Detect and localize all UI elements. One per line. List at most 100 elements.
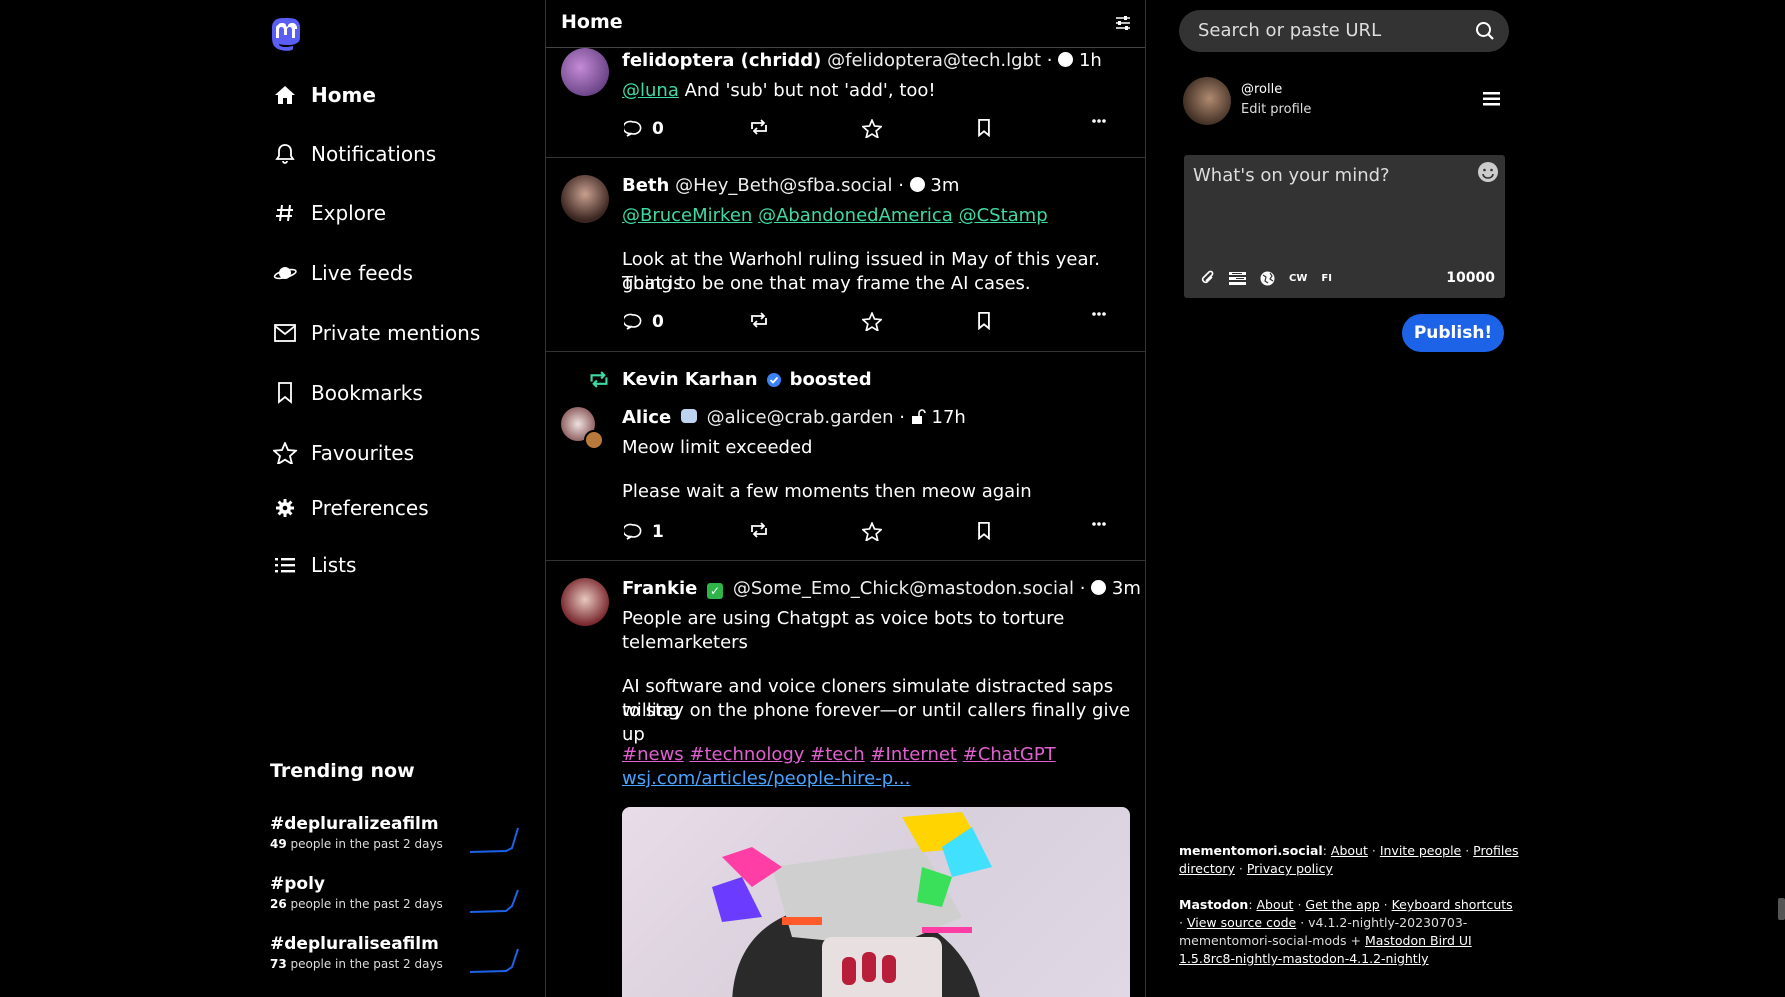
trending-item[interactable]: #depluralizeafilm 49 people in the past … (270, 814, 520, 864)
nav-lists[interactable]: Lists (273, 545, 356, 585)
avatar[interactable] (561, 578, 609, 626)
emoji-icon[interactable] (1477, 161, 1499, 183)
footer-link[interactable]: Invite people (1380, 843, 1461, 858)
post-time[interactable]: 3m (1112, 578, 1141, 599)
nav-preferences[interactable]: Preferences (273, 488, 429, 528)
display-name[interactable]: Beth (622, 175, 669, 196)
trending-item[interactable]: #depluraliseafilm 73 people in the past … (270, 934, 520, 984)
compose-box[interactable]: What's on your mind? CW FI 10000 (1184, 155, 1505, 298)
attachment-icon[interactable] (1201, 270, 1215, 286)
display-name[interactable]: Frankie (622, 578, 697, 599)
content-warning-toggle[interactable]: CW (1289, 273, 1307, 284)
hamburger-menu-icon[interactable] (1483, 92, 1500, 106)
star-icon (273, 441, 297, 465)
display-name[interactable]: Alice (622, 407, 671, 428)
handle[interactable]: @Some_Emo_Chick@mastodon.social (733, 578, 1074, 599)
more-button[interactable] (1092, 522, 1106, 526)
boosted-label: boosted (789, 369, 872, 390)
reply-button[interactable]: 1 (624, 522, 664, 542)
hashtag-link[interactable]: #ChatGPT (963, 744, 1056, 765)
reply-count: 1 (652, 522, 664, 542)
trending-title: Trending now (270, 760, 415, 782)
external-link[interactable]: wsj.com/articles/people-hire-p... (622, 768, 910, 789)
bookmark-button[interactable] (977, 119, 991, 137)
mention-link[interactable]: @luna (622, 80, 679, 101)
post-header: felidoptera (chridd) @felidoptera@tech.l… (622, 50, 1102, 71)
nav-home[interactable]: Home (273, 75, 376, 115)
post-content: @luna And 'sub' but not 'add', too! (622, 79, 1132, 103)
footer-link[interactable]: Get the app (1305, 897, 1379, 912)
post-time[interactable]: 17h (932, 407, 966, 428)
mention-link[interactable]: @CStamp (959, 205, 1048, 226)
footer-link[interactable]: Keyboard shortcuts (1392, 897, 1513, 912)
footer-link[interactable]: About (1331, 843, 1368, 858)
nav-favourites[interactable]: Favourites (273, 433, 414, 473)
hashtag-link[interactable]: #technology (689, 744, 804, 765)
handle[interactable]: @Hey_Beth@sfba.social (675, 175, 892, 196)
nav-explore[interactable]: Explore (273, 193, 386, 233)
more-button[interactable] (1092, 119, 1106, 123)
handle[interactable]: @felidoptera@tech.lgbt (827, 50, 1041, 71)
reply-button[interactable]: 0 (624, 312, 664, 332)
footer-link[interactable]: View source code (1187, 915, 1296, 930)
post-media-image[interactable] (622, 807, 1130, 997)
mention-link[interactable]: @AbandonedAmerica (758, 205, 953, 226)
hashtag-link[interactable]: #tech (810, 744, 865, 765)
post-header: Frankie ✓ @Some_Emo_Chick@mastodon.socia… (622, 578, 1141, 599)
hashtag-link[interactable]: #Internet (870, 744, 957, 765)
nav-bookmarks[interactable]: Bookmarks (273, 373, 423, 413)
post-time[interactable]: 3m (930, 175, 959, 196)
favourite-button[interactable] (862, 119, 882, 138)
publish-button[interactable]: Publish! (1402, 314, 1504, 352)
scrollbar-thumb[interactable] (1778, 898, 1785, 920)
mention-link[interactable]: @BruceMirken (622, 205, 752, 226)
post-text: And 'sub' but not 'add', too! (684, 80, 936, 101)
favourite-button[interactable] (862, 522, 882, 541)
status-post[interactable]: Frankie ✓ @Some_Emo_Chick@mastodon.socia… (546, 561, 1145, 997)
filter-settings-icon[interactable] (1115, 16, 1131, 30)
mastodon-logo-icon[interactable] (270, 18, 302, 52)
boost-button[interactable] (749, 119, 769, 135)
bookmark-button[interactable] (977, 312, 991, 330)
boost-button[interactable] (749, 312, 769, 328)
nav-private-mentions[interactable]: Private mentions (273, 313, 480, 353)
language-selector[interactable]: FI (1321, 273, 1332, 284)
post-time[interactable]: 1h (1079, 50, 1102, 71)
post-text: People are using Chatgpt as voice bots t… (622, 608, 1065, 629)
user-avatar[interactable] (1183, 77, 1231, 125)
checkmark-emoji-icon: ✓ (707, 583, 724, 599)
reply-button[interactable]: 0 (624, 119, 664, 139)
avatar[interactable] (561, 48, 609, 96)
post-text: Please wait a few moments then meow agai… (622, 481, 1032, 502)
more-button[interactable] (1092, 312, 1106, 316)
server-name: mementomori.social (1179, 843, 1323, 858)
mail-icon (273, 321, 297, 345)
user-handle[interactable]: @rolle (1241, 82, 1282, 97)
booster-name[interactable]: Kevin Karhan (622, 369, 758, 390)
edit-profile-link[interactable]: Edit profile (1241, 102, 1311, 117)
cat-emoji-icon (680, 409, 697, 423)
favourite-button[interactable] (862, 312, 882, 331)
nav-notifications[interactable]: Notifications (273, 134, 436, 174)
bookmark-icon (977, 312, 991, 330)
footer-link[interactable]: Privacy policy (1247, 861, 1333, 876)
search-icon[interactable] (1475, 21, 1495, 41)
status-post[interactable]: felidoptera (chridd) @felidoptera@tech.l… (546, 48, 1145, 158)
search-input[interactable]: Search or paste URL (1179, 10, 1509, 52)
poll-icon[interactable] (1229, 271, 1246, 285)
boost-button[interactable] (749, 522, 769, 538)
gear-icon (273, 496, 297, 520)
handle[interactable]: @alice@crab.garden (707, 407, 894, 428)
status-post[interactable]: Beth @Hey_Beth@sfba.social · 3m @BruceMi… (546, 158, 1145, 352)
nav-live-feeds[interactable]: Live feeds (273, 253, 413, 293)
avatar[interactable] (561, 175, 609, 223)
globe-icon[interactable] (1260, 271, 1275, 286)
hashtag-link[interactable]: #news (622, 744, 684, 765)
status-post[interactable]: Kevin Karhan boosted Alice @alice@crab.g… (546, 352, 1145, 561)
boost-icon (749, 312, 769, 328)
boost-icon (588, 371, 610, 388)
trending-item[interactable]: #poly 26 people in the past 2 days (270, 874, 520, 924)
footer-link[interactable]: About (1257, 897, 1294, 912)
bookmark-button[interactable] (977, 522, 991, 540)
display-name[interactable]: felidoptera (chridd) (622, 50, 821, 71)
